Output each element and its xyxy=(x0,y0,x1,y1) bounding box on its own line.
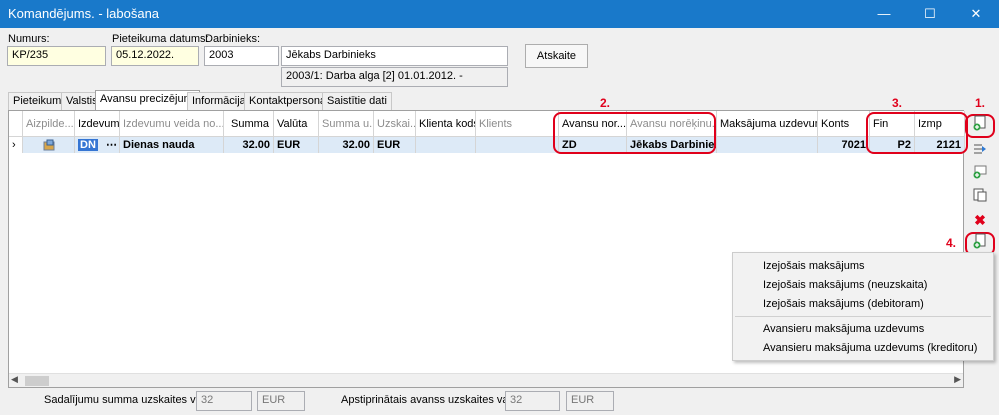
client-code-cell[interactable] xyxy=(416,137,476,153)
amount-cell[interactable]: 32.00 xyxy=(224,137,274,153)
employee-code-field[interactable]: 2003 xyxy=(204,46,279,66)
annotation-4: 4. xyxy=(946,236,957,250)
annotation-2: 2. xyxy=(600,96,611,110)
package-icon xyxy=(43,139,54,151)
approved-label: Apstiprinātais avanss uzskaites valūtā: xyxy=(341,394,530,406)
transfer-icon xyxy=(974,144,986,154)
employee-label: Darbinieks: xyxy=(205,33,261,45)
new-document-icon xyxy=(973,233,986,249)
column-header[interactable]: Maksājuma uzdevums xyxy=(717,111,818,137)
ellipsis-button[interactable]: ⋯ xyxy=(106,137,117,153)
expense-code-cell[interactable]: DN ⋯ xyxy=(75,137,120,153)
amount2-cell[interactable]: 32.00 xyxy=(319,137,374,153)
column-header[interactable]: Konts xyxy=(818,111,870,137)
expense-name-cell[interactable]: Dienas nauda xyxy=(120,137,224,153)
delete-button[interactable]: ✖ xyxy=(969,209,991,231)
scroll-left-icon[interactable]: ◀ xyxy=(11,374,18,385)
transfer-button[interactable] xyxy=(969,141,991,163)
delete-icon: ✖ xyxy=(974,212,986,228)
annotation-1: 1. xyxy=(975,96,986,110)
row-pointer-icon: › xyxy=(9,137,23,153)
highlight-box-2 xyxy=(553,112,716,154)
payment-cell[interactable] xyxy=(717,137,818,153)
copy-button[interactable] xyxy=(969,187,991,209)
close-button[interactable]: ✕ xyxy=(953,0,999,28)
expense-code-value[interactable]: DN xyxy=(78,139,98,151)
number-label: Numurs: xyxy=(8,33,50,45)
tab-avansu-precizejumi[interactable]: Avansu precizējumi xyxy=(95,90,201,111)
scrollbar-thumb[interactable] xyxy=(25,376,49,386)
column-header[interactable]: Izdevumu veida no... xyxy=(120,111,224,137)
add-row-button[interactable] xyxy=(969,164,991,186)
employee-name-field: Jēkabs Darbinieks xyxy=(281,46,508,66)
horizontal-scrollbar[interactable]: ◀ ▶ xyxy=(9,373,963,387)
approved-currency-field: EUR xyxy=(566,391,614,411)
scroll-right-icon[interactable]: ▶ xyxy=(954,374,961,385)
menu-separator xyxy=(735,316,991,317)
column-header[interactable]: Aizpilde... xyxy=(23,111,75,137)
window-title: Komandējums. - labošana xyxy=(8,6,160,21)
employee-info-field: 2003/1: Darba alga [2] 01.01.2012. - xyxy=(281,67,508,87)
column-header[interactable]: Valūta xyxy=(274,111,319,137)
column-header[interactable]: Uzskai... xyxy=(374,111,416,137)
menu-item-avansieru-kreditoru[interactable]: Avansieru maksājuma uzdevums (kreditoru) xyxy=(763,342,977,354)
table-row[interactable] xyxy=(23,137,75,153)
column-header[interactable]: Izdevum... xyxy=(75,111,120,137)
column-header[interactable]: Klients xyxy=(476,111,559,137)
menu-item-izejosais[interactable]: Izejošais maksājums xyxy=(763,260,864,272)
date-label: Pieteikuma datums: xyxy=(112,33,209,45)
add-row-icon xyxy=(973,165,987,179)
date-field[interactable]: 05.12.2022. xyxy=(111,46,199,66)
currency-cell[interactable]: EUR xyxy=(274,137,319,153)
currency2-cell[interactable]: EUR xyxy=(374,137,416,153)
minimize-button[interactable]: — xyxy=(861,0,907,28)
add-payment-button[interactable] xyxy=(969,115,991,137)
client-cell[interactable] xyxy=(476,137,559,153)
menu-item-avansieru[interactable]: Avansieru maksājuma uzdevums xyxy=(763,323,924,335)
title-bar: Komandējums. - labošana — ☐ ✕ xyxy=(0,0,999,28)
row-indicator-header xyxy=(9,111,23,137)
add-document-icon xyxy=(973,115,986,131)
maximize-button[interactable]: ☐ xyxy=(907,0,953,28)
tab-informacija[interactable]: Informācija xyxy=(187,92,251,110)
approved-field: 32 xyxy=(505,391,560,411)
sum-field: 32 xyxy=(196,391,252,411)
payment-context-menu: Izejošais maksājums Izejošais maksājums … xyxy=(732,252,994,361)
number-field[interactable]: KP/235 xyxy=(7,46,106,66)
menu-item-izejosais-debitoram[interactable]: Izejošais maksājums (debitoram) xyxy=(763,298,924,310)
report-button[interactable]: Atskaite xyxy=(525,44,588,68)
sum-currency-field: EUR xyxy=(257,391,305,411)
copy-icon xyxy=(973,188,987,202)
tab-saistitie-dati[interactable]: Saistītie dati xyxy=(322,92,392,110)
annotation-3: 3. xyxy=(892,96,903,110)
column-header[interactable]: Klienta kods xyxy=(416,111,476,137)
column-header[interactable]: Summa xyxy=(224,111,274,137)
account-cell[interactable]: 7021 xyxy=(818,137,870,153)
column-header[interactable]: Summa u... xyxy=(319,111,374,137)
highlight-box-3 xyxy=(866,112,968,154)
menu-item-izejosais-neuzskaita[interactable]: Izejošais maksājums (neuzskaita) xyxy=(763,279,927,291)
